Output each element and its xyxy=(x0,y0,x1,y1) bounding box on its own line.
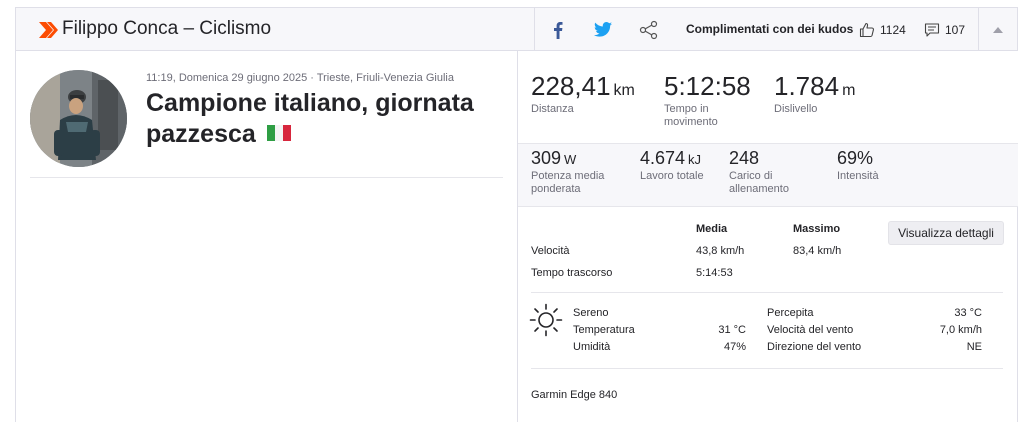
kudos-button[interactable]: 1124 xyxy=(859,8,906,51)
stat-value: 248 xyxy=(729,148,760,168)
stat-value: 1.784 xyxy=(774,71,840,101)
stat-value: 228,41 xyxy=(531,71,611,101)
wind-speed-value: 7,0 km/h xyxy=(939,324,982,336)
chevron-up-icon xyxy=(993,26,1003,33)
page-title: Filippo Conca – Ciclismo xyxy=(62,18,272,39)
feels-like-label: Percepita xyxy=(767,307,814,319)
stat-value: 309 xyxy=(531,148,562,168)
share-icon xyxy=(639,20,658,39)
humidity-value: 47% xyxy=(723,341,746,353)
stat-label: Intensità xyxy=(837,170,879,182)
stat-value: 69% xyxy=(837,148,874,168)
athlete-avatar[interactable] xyxy=(30,70,127,167)
stat-training-load: 248 Carico di allenamento xyxy=(729,148,819,196)
column-header-max: Massimo xyxy=(793,223,841,235)
activity-card: Filippo Conca – Ciclismo Complimentati c… xyxy=(15,7,1018,422)
stat-unit: km xyxy=(613,82,635,99)
share-button[interactable] xyxy=(626,8,672,51)
kudos-count: 1124 xyxy=(880,22,906,37)
divider xyxy=(531,368,1003,369)
divider xyxy=(531,292,1003,293)
feels-like-value: 33 °C xyxy=(954,307,982,319)
stats-panel: 228,41 km Distanza 5:12:58 Tempo in movim… xyxy=(517,51,1018,422)
facebook-icon xyxy=(553,21,562,39)
elapsed-time-value: 5:14:53 xyxy=(696,267,733,279)
strava-chevron-icon xyxy=(39,22,58,38)
stat-label: Lavoro totale xyxy=(640,170,704,182)
activity-title-text: Campione italiano, giornata pazzesca xyxy=(146,89,474,148)
comments-count: 107 xyxy=(945,22,966,37)
row-label-elapsed-time: Tempo trascorso xyxy=(531,267,613,279)
activity-title: Campione italiano, giornata pazzesca xyxy=(146,88,496,150)
view-details-button[interactable]: Visualizza dettagli xyxy=(888,221,1004,245)
stat-label: Dislivello xyxy=(774,103,818,115)
row-label-speed: Velocità xyxy=(531,245,570,257)
temperature-label: Temperatura xyxy=(573,324,635,336)
kudos-prompt[interactable]: Complimentati con dei kudos xyxy=(686,22,853,36)
stat-unit: W xyxy=(564,152,577,167)
twitter-share-button[interactable] xyxy=(580,8,626,51)
sun-icon xyxy=(529,303,563,337)
stat-label: Potenza media ponderata xyxy=(531,170,605,195)
twitter-icon xyxy=(594,22,612,37)
comment-icon xyxy=(924,22,940,37)
collapse-button[interactable] xyxy=(978,8,1017,51)
stat-weighted-power: 309 W Potenza media ponderata xyxy=(531,148,626,196)
stat-intensity: 69% Intensità xyxy=(837,148,879,183)
stat-label: Distanza xyxy=(531,103,574,115)
wind-speed-label: Velocità del vento xyxy=(767,324,854,336)
stat-unit: kJ xyxy=(688,152,702,167)
stat-unit: m xyxy=(842,82,856,99)
divider xyxy=(30,177,503,178)
italy-flag-icon xyxy=(266,125,291,141)
column-header-average: Media xyxy=(696,223,728,235)
wind-direction-label: Direzione del vento xyxy=(767,341,862,353)
device-name: Garmin Edge 840 xyxy=(531,389,618,401)
stat-label: Carico di allenamento xyxy=(729,170,789,195)
thumbs-up-icon xyxy=(859,22,875,37)
speed-average: 43,8 km/h xyxy=(696,245,745,257)
stat-label: Tempo in movimento xyxy=(664,103,718,128)
activity-meta: 11:19, Domenica 29 giugno 2025 · Trieste… xyxy=(146,72,454,84)
comments-button[interactable]: 107 xyxy=(924,8,965,51)
secondary-stats: 309 W Potenza media ponderata 4.674 kJ Lav… xyxy=(518,143,1018,207)
speed-max: 83,4 km/h xyxy=(793,245,842,257)
humidity-label: Umidità xyxy=(573,341,611,353)
stat-value: 5:12:58 xyxy=(664,71,751,101)
stat-value: 4.674 xyxy=(640,148,686,168)
temperature-value: 31 °C xyxy=(718,324,746,336)
activity-header: Filippo Conca – Ciclismo Complimentati c… xyxy=(16,8,1017,51)
wind-direction-value: NE xyxy=(966,341,982,353)
weather-condition: Sereno xyxy=(573,307,609,319)
stat-total-work: 4.674 kJ Lavoro totale xyxy=(640,148,704,183)
facebook-share-button[interactable] xyxy=(534,8,580,51)
stat-elevation: 1.784 m Dislivello xyxy=(774,71,855,116)
primary-stats: 228,41 km Distanza 5:12:58 Tempo in movim… xyxy=(518,51,1018,143)
stat-moving-time: 5:12:58 Tempo in movimento xyxy=(664,71,751,129)
stat-distance: 228,41 km Distanza xyxy=(531,71,635,116)
